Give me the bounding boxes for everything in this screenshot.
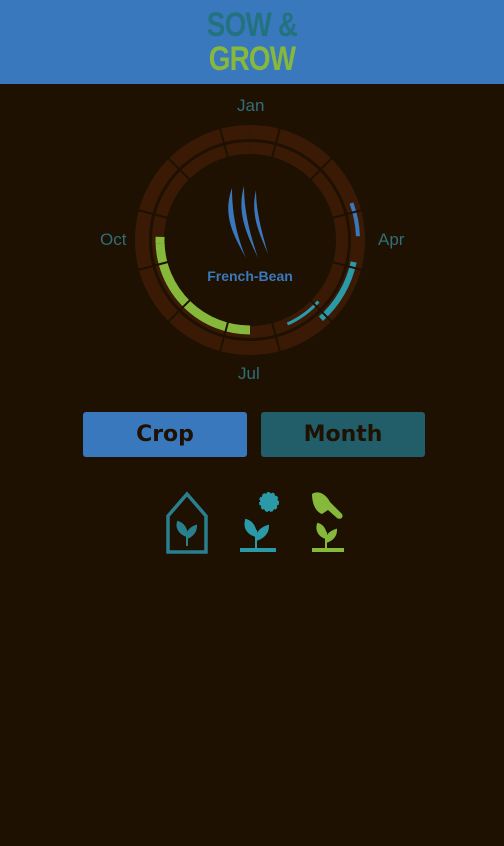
- crop-button[interactable]: Crop: [83, 412, 247, 457]
- logo-line-2: GROW: [208, 40, 296, 78]
- logo-line-1: SOW &: [206, 6, 298, 44]
- month-button[interactable]: Month: [261, 412, 425, 457]
- month-label-oct: Oct: [100, 230, 127, 249]
- crop-calendar-wheel[interactable]: [130, 120, 370, 360]
- month-label-apr: Apr: [378, 230, 405, 249]
- app-header: SOW & GROW: [0, 0, 504, 84]
- app-logo: SOW & GROW: [45, 8, 458, 76]
- sun-seedling-icon: [240, 492, 279, 552]
- month-label-jan: Jan: [237, 96, 265, 115]
- bean-icon: [228, 186, 268, 258]
- month-label-jul: Jul: [238, 364, 260, 383]
- crop-name-label: French-Bean: [207, 268, 293, 284]
- hand-harvest-icon: [312, 492, 344, 552]
- greenhouse-seedling-icon: [166, 491, 208, 554]
